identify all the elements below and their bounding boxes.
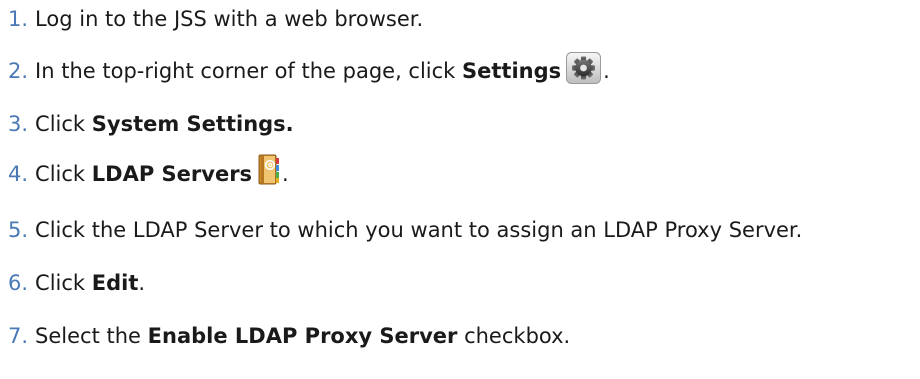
ldap-servers-label: LDAP Servers <box>91 162 253 186</box>
step-number: 1. <box>8 7 29 31</box>
settings-label: Settings <box>462 59 562 83</box>
step-number: 3. <box>8 112 29 136</box>
step-6: 6. Click Edit . <box>8 266 145 300</box>
step-text-end: . <box>138 271 146 295</box>
step-5: 5. Click the LDAP Server to which you wa… <box>8 213 802 247</box>
ldap-address-book-icon <box>258 154 280 186</box>
step-text: Click <box>35 112 92 136</box>
settings-gear-icon <box>566 52 602 84</box>
step-7: 7. Select the Enable LDAP Proxy Server c… <box>8 319 570 353</box>
edit-label: Edit <box>91 271 139 295</box>
step-text: Click <box>35 162 92 186</box>
step-text: Select the <box>35 324 148 348</box>
step-number: 6. <box>8 271 29 295</box>
step-text: Click <box>35 271 92 295</box>
step-4: 4. Click LDAP Servers . <box>8 154 289 191</box>
step-number: 4. <box>8 162 29 186</box>
step-text-end: . <box>603 59 610 83</box>
step-number: 2. <box>8 59 29 83</box>
step-text: Log in to the JSS with a web browser. <box>35 7 424 31</box>
step-text: Click the LDAP Server to which you want … <box>35 218 803 242</box>
step-text: In the top-right corner of the page, cli… <box>35 59 463 83</box>
step-text-end: . <box>282 162 289 186</box>
step-2: 2. In the top-right corner of the page, … <box>8 52 610 88</box>
step-number: 5. <box>8 218 29 242</box>
instruction-steps: 1. Log in to the JSS with a web browser.… <box>0 0 920 379</box>
step-text-end: checkbox. <box>457 324 571 348</box>
step-number: 7. <box>8 324 29 348</box>
step-1: 1. Log in to the JSS with a web browser. <box>8 2 423 36</box>
enable-ldap-proxy-label: Enable LDAP Proxy Server <box>147 324 458 348</box>
system-settings-label: System Settings. <box>91 112 294 136</box>
step-3: 3. Click System Settings. <box>8 107 294 141</box>
